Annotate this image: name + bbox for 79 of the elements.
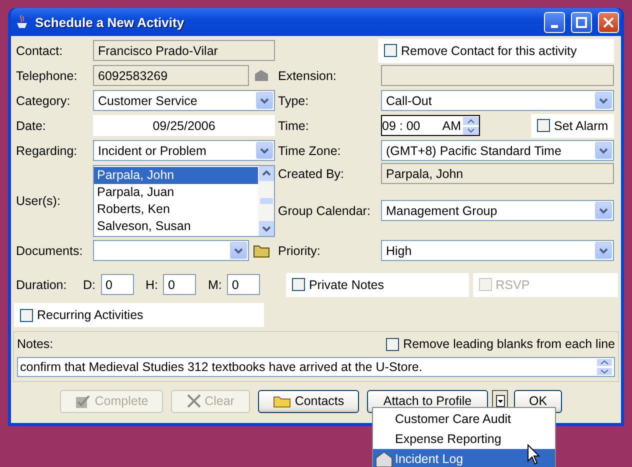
field-label: Created By: — [278, 166, 346, 180]
field-label: Type: — [278, 94, 310, 108]
spinner-arrows-icon[interactable] — [463, 116, 479, 134]
pointer-icon — [527, 444, 540, 465]
minimize-button[interactable] — [544, 12, 565, 32]
telephone-field: 6092583269 — [93, 65, 249, 86]
folder-icon — [272, 394, 291, 408]
field-label: Category: — [16, 94, 72, 108]
dropdown[interactable]: Call-Out — [381, 90, 614, 111]
list-item[interactable]: Parpala, Juan — [94, 184, 258, 200]
field-label: Regarding: — [16, 144, 78, 158]
checkbox-label: Private Notes — [308, 278, 384, 292]
scrollbar[interactable] — [258, 166, 274, 236]
spinner-arrows-icon[interactable] — [597, 359, 612, 375]
date-field[interactable]: 09/25/2006 — [93, 115, 275, 136]
chevron-icon — [599, 208, 608, 214]
field-label: H: — [146, 278, 158, 292]
checkbox[interactable] — [20, 308, 33, 322]
checkbox-label: Set Alarm — [554, 118, 608, 132]
created-by-field: Parpala, John — [381, 163, 614, 184]
minimize-icon — [551, 24, 558, 28]
dropdown[interactable]: (GMT+8) Pacific Standard Time — [381, 140, 614, 161]
dropdown[interactable]: Management Group — [381, 200, 614, 221]
checkbox-label: Remove leading blanks from each line — [403, 337, 615, 351]
chevron-icon — [599, 248, 608, 254]
window-title: Schedule a New Activity — [35, 14, 186, 30]
checkbox[interactable] — [537, 119, 550, 132]
field-label: Time: — [278, 118, 310, 132]
checkbox-label: Remove Contact for this activity — [401, 44, 577, 58]
field-label: Telephone: — [16, 68, 78, 82]
menu-item[interactable]: Incident Log — [373, 449, 555, 467]
dropdown[interactable]: Customer Service — [93, 90, 275, 111]
extension-field[interactable] — [381, 65, 614, 86]
chevron-icon — [599, 98, 608, 104]
chevron-icon — [260, 98, 269, 104]
list-item[interactable]: Parpala, John — [94, 166, 258, 184]
duration-field[interactable]: 0 — [163, 274, 196, 295]
contact-field: Francisco Prado-Vilar — [93, 40, 275, 61]
action-button[interactable]: Contacts — [258, 390, 359, 412]
field-label: Priority: — [278, 244, 322, 258]
period-value: AM — [442, 118, 461, 132]
notes-label: Notes: — [17, 337, 54, 351]
maximize-icon — [576, 16, 587, 28]
scroll-up-button[interactable] — [258, 166, 274, 180]
checkmark-icon — [74, 394, 91, 408]
time-spinner[interactable]: 09 : 00 AM — [381, 115, 480, 136]
maximize-button[interactable] — [571, 12, 592, 32]
field-label: Duration: — [16, 278, 68, 292]
dropdown[interactable]: Incident or Problem — [93, 140, 275, 161]
users-list[interactable]: Parpala, John Parpala, Juan Roberts, Ken Salveson, Susan — [93, 164, 275, 236]
field-label: User(s): — [16, 194, 62, 208]
checkbox-label: Recurring Activities — [37, 308, 144, 322]
checkbox[interactable] — [292, 278, 305, 291]
folder-icon[interactable] — [253, 243, 270, 258]
field-label: Contact: — [16, 44, 64, 58]
close-icon — [603, 16, 614, 28]
notes-field[interactable]: confirm that Medieval Studies 312 textbooks have arrived at the U-Store. — [17, 357, 615, 377]
cup-icon — [15, 14, 29, 30]
time-value: 09 : 00 — [382, 118, 420, 132]
scroll-thumb[interactable] — [260, 198, 272, 204]
field-label: Time Zone: — [278, 144, 342, 158]
field-label: Group Calendar: — [278, 204, 372, 218]
checkbox[interactable] — [384, 44, 397, 57]
checkbox[interactable] — [386, 338, 400, 350]
chevron-icon — [260, 148, 269, 154]
duration-field[interactable]: 0 — [100, 274, 134, 295]
dropdown[interactable]: High — [381, 240, 614, 261]
clear-icon — [186, 394, 201, 408]
close-button[interactable] — [598, 12, 619, 32]
field-label: Extension: — [278, 68, 338, 82]
chevron-icon — [599, 148, 608, 154]
field-label: M: — [208, 278, 222, 292]
scroll-down-button[interactable] — [258, 220, 274, 236]
field-label: Date: — [16, 118, 47, 132]
field-label: Documents: — [16, 244, 84, 258]
chevron-icon — [234, 248, 243, 254]
field-label: D: — [83, 278, 96, 292]
duration-field[interactable]: 0 — [226, 274, 260, 295]
checkbox-label: RSVP — [496, 278, 530, 292]
